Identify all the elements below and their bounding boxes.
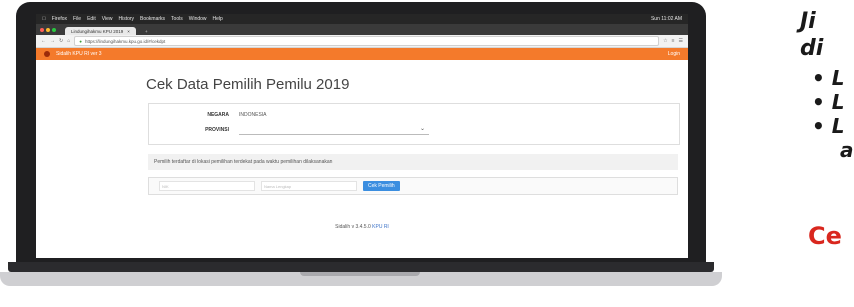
library-icon[interactable]: ≡ <box>672 38 675 44</box>
menu-help[interactable]: Help <box>213 16 223 22</box>
menu-file[interactable]: File <box>73 16 81 22</box>
lock-icon: ● <box>79 38 82 44</box>
version-text: Sidalih v 3.4.5.0 <box>335 224 371 230</box>
menu-bookmarks[interactable]: Bookmarks <box>140 16 165 22</box>
info-notice: Pemilih terdaftar di lokasi pemilihan te… <box>148 154 678 170</box>
negara-label: NEGARA <box>207 112 229 118</box>
side-bullet-continuation: a <box>840 138 854 162</box>
info-text: Pemilih terdaftar di lokasi pemilihan te… <box>154 159 333 165</box>
cek-pemilih-button[interactable]: Cek Pemilih <box>363 181 400 191</box>
login-link[interactable]: Login <box>668 51 680 57</box>
provinsi-select[interactable]: ⌄ <box>239 125 429 135</box>
side-heading-line2: di <box>800 36 824 61</box>
app-header: Sidalih KPU RI ver 3 Login <box>36 48 688 60</box>
provinsi-label: PROVINSI <box>205 127 229 133</box>
location-form: NEGARA INDONESIA PROVINSI ⌄ <box>148 103 680 145</box>
browser-toolbar: ← → ↻ ⌂ ● https://lindungihakmu.kpu.go.i… <box>36 35 688 48</box>
menu-firefox[interactable]: Firefox <box>52 16 67 22</box>
laptop-hinge <box>8 262 714 272</box>
tab-title: Lindungihakmu KPU 2019 <box>71 28 124 34</box>
close-window-icon[interactable] <box>40 27 44 32</box>
negara-value: INDONESIA <box>239 112 267 118</box>
side-heading-line1: Ji <box>800 9 816 34</box>
menu-hamburger-icon[interactable]: ☰ <box>679 38 683 44</box>
side-bullet: • L <box>812 66 845 90</box>
url-field[interactable]: ● https://lindungihakmu.kpu.go.id/#/cekd… <box>74 36 660 46</box>
back-icon[interactable]: ← <box>41 38 46 44</box>
mac-menubar:  Firefox File Edit View History Bookmar… <box>36 14 688 24</box>
browser-tabstrip: Lindungihakmu KPU 2019 × + <box>36 24 688 35</box>
url-text: https://lindungihakmu.kpu.go.id/#/cekdpt <box>84 38 166 44</box>
menubar-status: Sun 11:02 AM <box>650 16 682 22</box>
provinsi-row: PROVINSI ⌄ <box>189 125 429 135</box>
side-cta-text: Ce <box>808 222 842 250</box>
side-bullet: • L <box>812 90 845 114</box>
window-controls <box>40 27 56 32</box>
app-title[interactable]: Sidalih KPU RI ver 3 <box>56 51 102 57</box>
bookmark-star-icon[interactable]: ☆ <box>663 38 667 44</box>
side-bullet-list: • L • L • L a <box>812 66 854 162</box>
laptop-notch <box>300 272 420 276</box>
laptop-screen:  Firefox File Edit View History Bookmar… <box>36 14 688 258</box>
menu-tools[interactable]: Tools <box>171 16 183 22</box>
forward-icon[interactable]: → <box>50 38 55 44</box>
new-tab-button[interactable]: + <box>139 27 154 35</box>
home-icon[interactable]: ⌂ <box>67 38 70 44</box>
minimize-window-icon[interactable] <box>46 27 50 32</box>
kpu-link[interactable]: KPU RI <box>372 224 389 230</box>
footer-version: Sidalih v 3.4.5.0 KPU RI <box>36 224 688 230</box>
laptop-lid:  Firefox File Edit View History Bookmar… <box>16 2 706 264</box>
page-title: Cek Data Pemilih Pemilu 2019 <box>146 76 350 93</box>
menu-window[interactable]: Window <box>189 16 207 22</box>
menu-view[interactable]: View <box>102 16 113 22</box>
menu-edit[interactable]: Edit <box>87 16 96 22</box>
side-bullet: • L <box>812 114 845 138</box>
nama-input[interactable]: Nama Lengkap <box>261 181 357 191</box>
browser-tab[interactable]: Lindungihakmu KPU 2019 × <box>65 27 136 35</box>
tab-close-icon[interactable]: × <box>127 29 130 34</box>
nik-input[interactable]: NIK <box>159 181 255 191</box>
apple-icon[interactable]:  <box>42 16 46 22</box>
menu-history[interactable]: History <box>118 16 134 22</box>
chevron-down-icon: ⌄ <box>419 126 425 132</box>
search-form: NIK Nama Lengkap Cek Pemilih <box>148 177 678 195</box>
side-heading: Ji di <box>800 8 823 62</box>
negara-row: NEGARA INDONESIA <box>189 112 267 118</box>
laptop-base <box>0 262 722 292</box>
kpu-logo-icon[interactable] <box>44 51 50 57</box>
reload-icon[interactable]: ↻ <box>59 38 63 44</box>
maximize-window-icon[interactable] <box>52 27 56 32</box>
